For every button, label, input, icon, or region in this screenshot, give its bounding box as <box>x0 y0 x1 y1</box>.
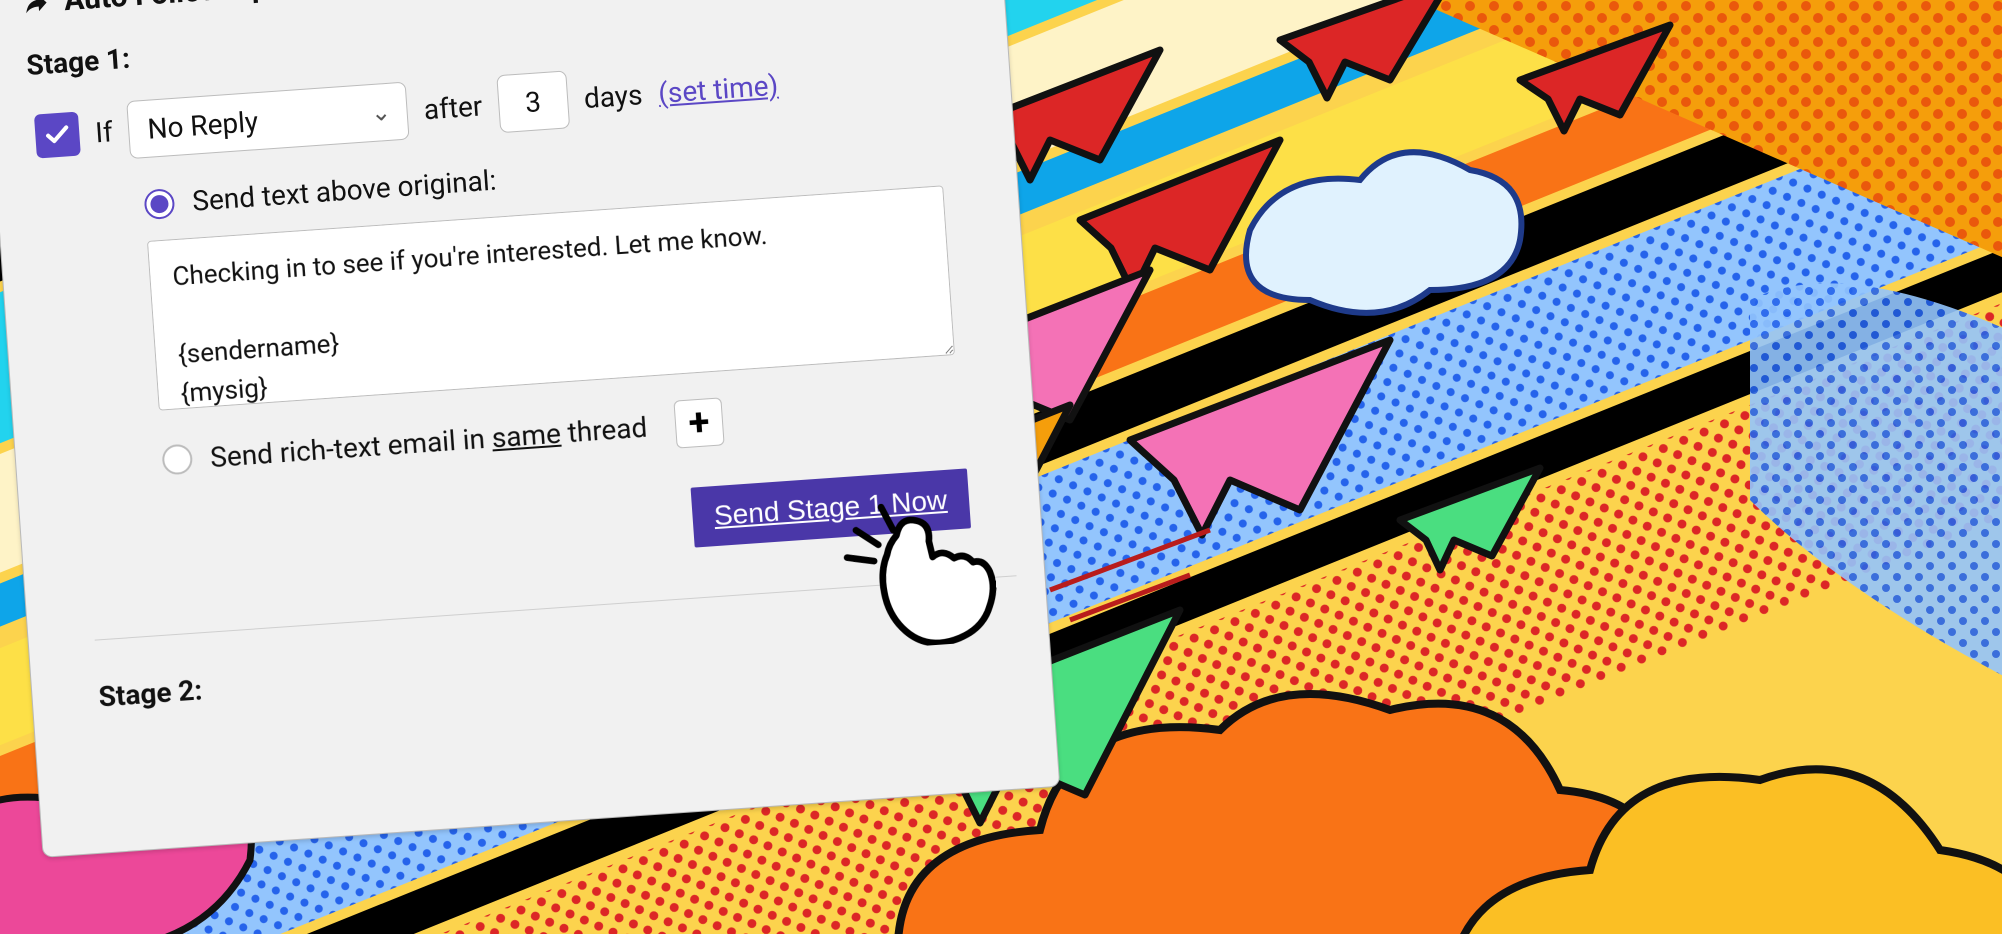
cursor-hand-icon <box>829 481 1000 652</box>
radio-rich-text[interactable] <box>161 443 193 475</box>
chevron-down-icon: ⌄ <box>370 98 392 127</box>
panel-title: Auto Follow-up <box>63 0 269 18</box>
auto-followup-panel: ⌄ Auto Follow-up Stage 1: If No Reply ⌄ … <box>0 0 1060 858</box>
days-label: days <box>583 78 644 115</box>
radio-send-above-label: Send text above original: <box>191 164 497 218</box>
enable-stage-checkbox[interactable] <box>34 112 81 159</box>
set-time-link[interactable]: (set time) <box>657 68 779 109</box>
plus-icon: + <box>687 400 711 445</box>
after-label: after <box>423 89 484 126</box>
add-button[interactable]: + <box>673 397 724 448</box>
followup-text-input[interactable] <box>147 185 955 410</box>
days-input[interactable] <box>496 70 570 133</box>
radio-send-above[interactable] <box>143 188 175 220</box>
condition-select[interactable]: No Reply ⌄ <box>127 82 410 159</box>
condition-select-value: No Reply <box>146 105 259 146</box>
reply-arrow-icon <box>21 0 51 18</box>
radio-rich-text-label: Send rich-text email in same thread <box>209 410 648 473</box>
if-label: If <box>94 115 114 149</box>
